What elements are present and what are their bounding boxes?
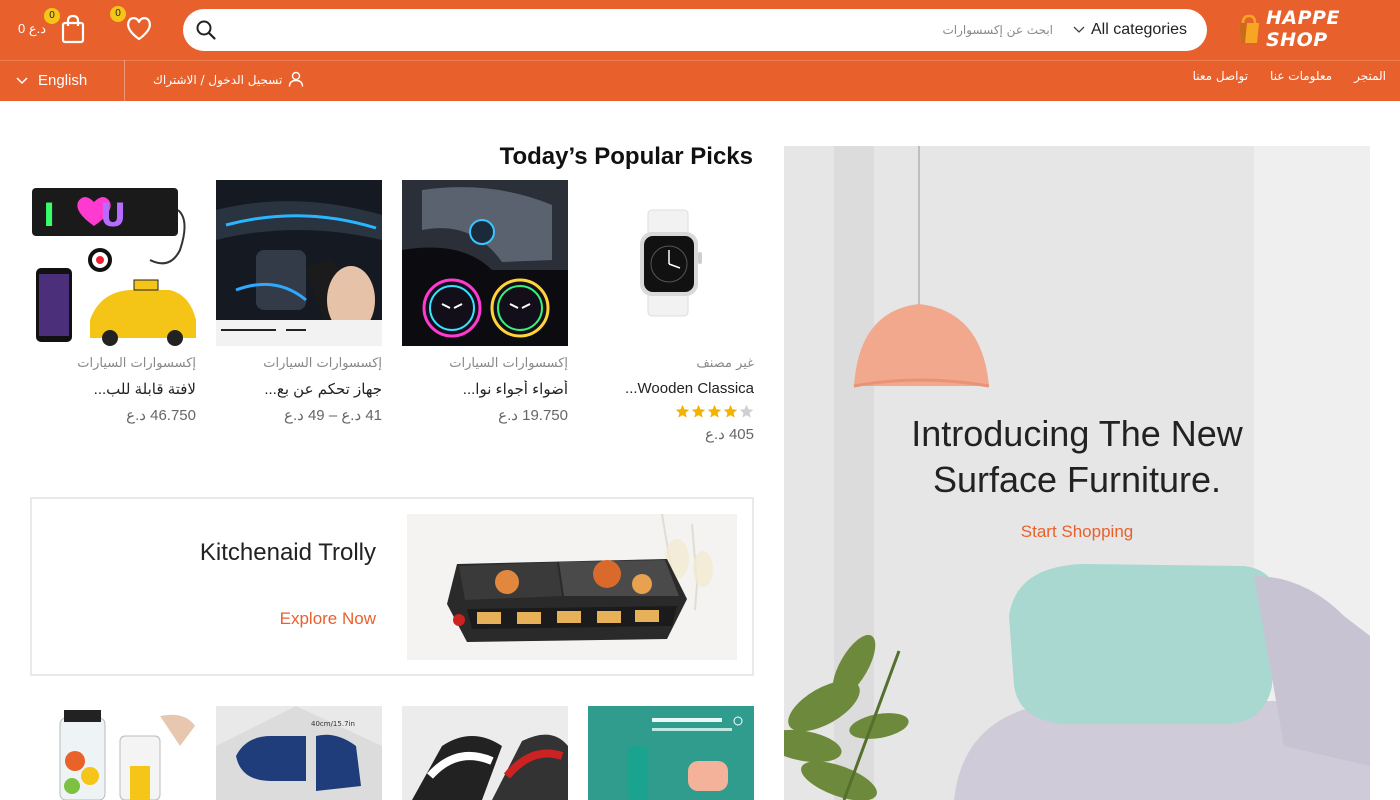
hero-banner: Introducing The New Surface Furniture. S… bbox=[784, 146, 1370, 800]
star-icon bbox=[675, 404, 690, 418]
product-card[interactable]: I U إكسسوارات السيارات لافتة قابلة للب..… bbox=[30, 180, 196, 424]
menu-item-about[interactable]: معلومات عنا bbox=[1270, 69, 1332, 91]
product-category[interactable]: إكسسوارات السيارات bbox=[216, 356, 382, 374]
hero-title-line-2: Surface Furniture. bbox=[932, 459, 1222, 500]
promo-title: Kitchenaid Trolly bbox=[199, 539, 376, 566]
main-menu: المتجر معلومات عنا تواصل معنا bbox=[1193, 69, 1386, 91]
menu-item-contact[interactable]: تواصل معنا bbox=[1193, 69, 1248, 91]
product-category[interactable]: غير مصنف bbox=[588, 356, 754, 374]
heart-icon bbox=[124, 17, 154, 46]
star-icon bbox=[691, 404, 706, 418]
product-category[interactable]: إكسسوارات السيارات bbox=[402, 356, 568, 374]
product-rating bbox=[588, 404, 754, 419]
product-image-bath-mat[interactable]: 40cm/15.7in bbox=[216, 706, 382, 800]
product-image-watch[interactable] bbox=[588, 180, 754, 346]
login-register-link[interactable]: تسجيل الدخول / الاشتراك bbox=[153, 69, 304, 91]
product-image-blender[interactable] bbox=[30, 706, 196, 800]
product-price: 41 د.ع – 49 د.ع bbox=[284, 407, 382, 424]
site-logo[interactable]: HAPPE SHOP bbox=[1236, 7, 1400, 51]
cart-total[interactable]: 0 د.ع bbox=[18, 21, 46, 37]
product-image-pill-box[interactable] bbox=[588, 706, 754, 800]
cart-count-badge: 0 bbox=[44, 8, 60, 24]
product-card[interactable]: إكسسوارات السيارات أضواء أجواء نوا... 19… bbox=[402, 180, 568, 424]
search-input[interactable] bbox=[233, 15, 1053, 45]
svg-text:I: I bbox=[43, 196, 55, 234]
menu-item-shop[interactable]: المتجر bbox=[1354, 69, 1386, 91]
product-category[interactable]: إكسسوارات السيارات bbox=[30, 356, 196, 374]
product-price: 46.750 د.ع bbox=[126, 407, 196, 424]
product-name[interactable]: لافتة قابلة للب... bbox=[30, 380, 196, 400]
wishlist-count-badge: 0 bbox=[110, 6, 126, 22]
search-bar: All categories bbox=[183, 9, 1207, 51]
product-image-led-remote[interactable] bbox=[216, 180, 382, 346]
chevron-down-icon bbox=[1073, 21, 1085, 39]
product-image-led-sign[interactable]: I U bbox=[30, 180, 196, 346]
star-icon bbox=[739, 404, 754, 418]
promo-banner: Kitchenaid Trolly Explore Now bbox=[30, 497, 754, 676]
user-icon bbox=[288, 71, 304, 90]
product-card[interactable]: غير مصنف Wooden Classica... 405 د.ع bbox=[588, 180, 754, 443]
promo-image-grill bbox=[407, 514, 737, 660]
product-name[interactable]: أضواء أجواء نوا... bbox=[402, 380, 568, 400]
product-image-ambient-lights[interactable] bbox=[402, 180, 568, 346]
hero-title: Introducing The New Surface Furniture. bbox=[784, 411, 1370, 503]
svg-text:40cm/15.7in: 40cm/15.7in bbox=[311, 720, 355, 728]
product-name[interactable]: جهاز تحكم عن بع... bbox=[216, 380, 382, 400]
star-icon bbox=[723, 404, 738, 418]
login-label: تسجيل الدخول / الاشتراك bbox=[153, 73, 283, 87]
product-price: 405 د.ع bbox=[705, 426, 754, 443]
section-title-popular-picks: Today’s Popular Picks bbox=[499, 143, 753, 170]
language-switcher[interactable]: English bbox=[14, 60, 125, 101]
explore-now-link[interactable]: Explore Now bbox=[280, 609, 376, 629]
shopping-bag-icon bbox=[60, 14, 86, 48]
product-card[interactable]: إكسسوارات السيارات جهاز تحكم عن بع... 41… bbox=[216, 180, 382, 424]
product-image-slippers[interactable] bbox=[402, 706, 568, 800]
product-name[interactable]: Wooden Classica... bbox=[588, 380, 754, 400]
search-icon[interactable] bbox=[193, 17, 219, 43]
category-select[interactable]: All categories bbox=[1073, 9, 1187, 51]
svg-text:U: U bbox=[100, 196, 126, 234]
chevron-down-icon bbox=[16, 72, 28, 89]
start-shopping-link[interactable]: Start Shopping bbox=[784, 522, 1370, 542]
language-label: English bbox=[38, 72, 88, 89]
wishlist-button[interactable]: 0 bbox=[110, 6, 154, 46]
logo-text: HAPPE SHOP bbox=[1266, 7, 1340, 51]
star-icon bbox=[707, 404, 722, 418]
hero-title-line-1: Introducing The New bbox=[911, 413, 1243, 454]
product-price: 19.750 د.ع bbox=[498, 407, 568, 424]
category-select-label: All categories bbox=[1091, 21, 1188, 38]
cart-button[interactable]: 0 bbox=[44, 8, 88, 48]
shopping-bag-logo-icon bbox=[1236, 14, 1262, 44]
